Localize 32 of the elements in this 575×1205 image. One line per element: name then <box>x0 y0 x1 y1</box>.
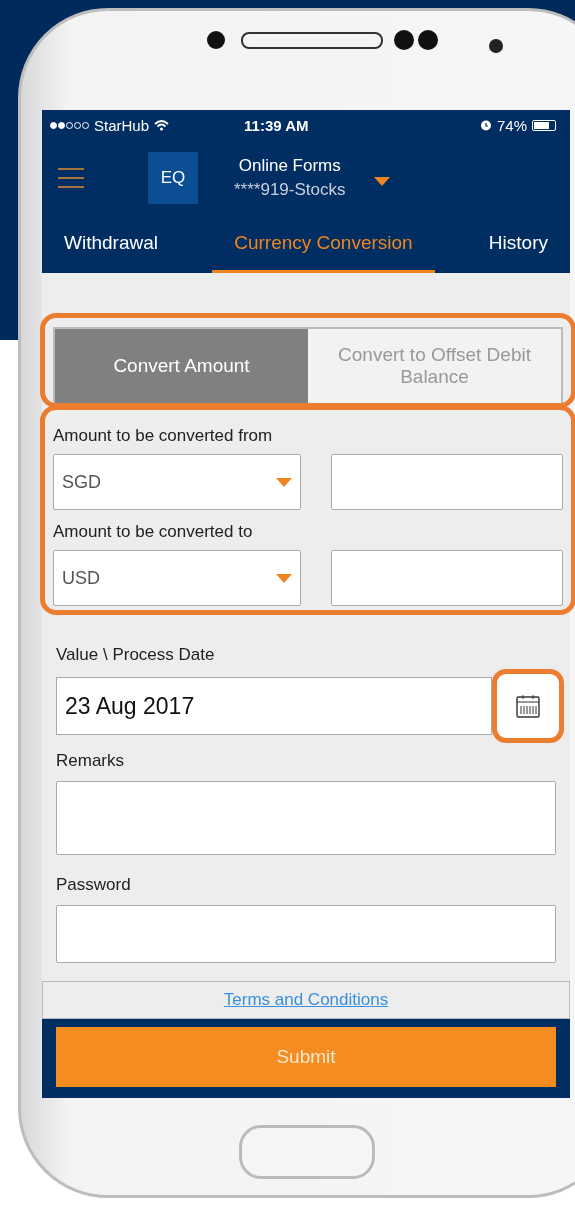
account-name[interactable]: ****919-Stocks <box>234 180 346 200</box>
amount-input-field[interactable] <box>331 550 563 606</box>
header-title: Online Forms <box>238 156 341 176</box>
tab[interactable]: Currency Conversion <box>212 216 435 273</box>
currency-dropdown[interactable]: SGD <box>53 454 301 510</box>
caret-icon <box>276 477 292 487</box>
carrier-name: StarHub <box>94 116 150 134</box>
password-input-field[interactable] <box>56 905 556 963</box>
field-label: Password <box>56 874 132 896</box>
status-time: 11:39 AM <box>244 116 309 134</box>
date-field[interactable]: 23 Aug 2017 <box>56 677 492 735</box>
home-button[interactable] <box>239 1125 375 1179</box>
tab[interactable]: History <box>466 216 570 273</box>
field-label: Amount to be converted from <box>53 425 274 447</box>
calendar-icon <box>515 693 541 719</box>
amount-input-field[interactable] <box>331 454 563 510</box>
field-label: Value \ Process Date <box>56 644 216 666</box>
menu-icon[interactable] <box>58 167 84 189</box>
caret-icon[interactable] <box>373 176 390 186</box>
calendar-button[interactable] <box>492 669 564 743</box>
alarm-icon <box>479 119 492 131</box>
currency-dropdown[interactable]: USD <box>53 550 301 606</box>
battery-percent: 74% <box>496 116 527 134</box>
remarks-input-field[interactable] <box>56 781 556 855</box>
battery-icon <box>532 119 556 131</box>
field-label: Remarks <box>56 750 125 772</box>
mode-toggle-button[interactable]: Convert Amount <box>55 329 308 403</box>
caret-icon <box>276 573 292 583</box>
wifi-icon <box>154 119 170 131</box>
field-label: Amount to be converted to <box>53 521 254 543</box>
tab[interactable]: Withdrawal <box>42 216 180 273</box>
account-type-badge: EQ <box>148 152 198 204</box>
